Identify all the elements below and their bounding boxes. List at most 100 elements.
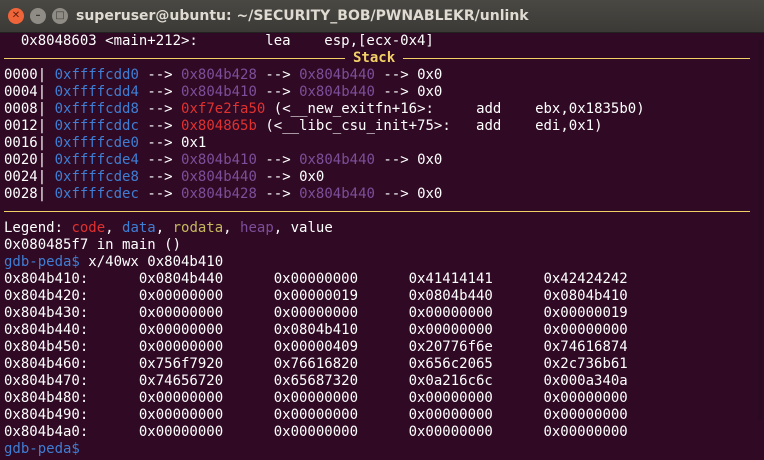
stack-offset: 0020| bbox=[4, 152, 47, 168]
stack-heap-pointer: 0x804b428 bbox=[181, 67, 257, 83]
arrow: --> bbox=[256, 186, 300, 202]
title-bar: ✕ – □ superuser@ubuntu: ~/SECURITY_BOB/P… bbox=[0, 0, 764, 33]
memory-row: 0x804b450: 0x00000000 0x00000409 0x20776… bbox=[4, 339, 628, 355]
stack-separator: Stack bbox=[0, 50, 764, 67]
arrow: --> bbox=[138, 118, 182, 134]
window-title: superuser@ubuntu: ~/SECURITY_BOB/PWNABLE… bbox=[76, 8, 529, 24]
memory-row: 0x804b470: 0x74656720 0x65687320 0x0a216… bbox=[4, 373, 628, 389]
stack-row: 0004| 0xffffcdd4 --> 0x804b410 --> 0x804… bbox=[0, 84, 764, 101]
stack-offset: 0028| bbox=[4, 186, 47, 202]
gdb-prompt: gdb-peda$ bbox=[4, 441, 80, 457]
stack-offset: 0000| bbox=[4, 67, 47, 83]
gdb-prompt: gdb-peda$ bbox=[4, 254, 80, 270]
stack-address: 0xffffcde8 bbox=[54, 169, 139, 185]
memory-row: 0x804b430: 0x00000000 0x00000000 0x00000… bbox=[4, 305, 628, 321]
legend-line: Legend: code, data, rodata, heap, value bbox=[0, 220, 764, 237]
stack-offset: 0008| bbox=[4, 101, 47, 117]
terminal-window: ✕ – □ superuser@ubuntu: ~/SECURITY_BOB/P… bbox=[0, 0, 764, 460]
stack-address: 0xffffcdd4 bbox=[54, 84, 139, 100]
location-line: 0x080485f7 in main () bbox=[4, 237, 182, 253]
legend-heap: heap bbox=[240, 220, 274, 236]
stack-row: 0008| 0xffffcdd8 --> 0xf7e2fa50 (<__new_… bbox=[0, 101, 764, 118]
stack-row: 0000| 0xffffcdd0 --> 0x804b428 --> 0x804… bbox=[0, 67, 764, 84]
stack-address: 0xffffcdd8 bbox=[54, 101, 139, 117]
legend-prefix: Legend: bbox=[4, 220, 72, 236]
window-controls: ✕ – □ bbox=[0, 8, 68, 24]
stack-address: 0xffffcddc bbox=[54, 118, 139, 134]
stack-heap-pointer: 0x804b410 bbox=[181, 152, 257, 168]
stack-heap-pointer: 0x804b440 bbox=[299, 84, 375, 100]
legend-rodata: rodata bbox=[172, 220, 224, 236]
stack-offset: 0024| bbox=[4, 169, 47, 185]
stack-label: Stack bbox=[345, 50, 404, 67]
minimize-icon[interactable]: – bbox=[30, 8, 46, 24]
stack-value: 0x0 bbox=[417, 152, 443, 168]
stack-row: 0012| 0xffffcddc --> 0x804865b (<__libc_… bbox=[0, 118, 764, 135]
stack-address: 0xffffcde4 bbox=[54, 152, 139, 168]
stack-value: 0x0 bbox=[299, 169, 325, 185]
close-icon[interactable]: ✕ bbox=[8, 8, 24, 24]
legend-comma: , bbox=[155, 220, 173, 236]
arrow: --> bbox=[138, 135, 182, 151]
terminal-output[interactable]: 0x8048603 <main+212>: lea esp,[ecx-0x4] … bbox=[0, 33, 764, 460]
command-line: gdb-peda$ x/40wx 0x804b410 bbox=[0, 254, 764, 271]
stack-value: 0x1 bbox=[181, 135, 207, 151]
memory-row: 0x804b4a0: 0x00000000 0x00000000 0x00000… bbox=[4, 424, 628, 440]
arrow: --> bbox=[374, 152, 418, 168]
arrow: --> bbox=[138, 152, 182, 168]
arrow: --> bbox=[374, 84, 418, 100]
arrow: --> bbox=[138, 101, 182, 117]
stack-heap-pointer: 0x804b440 bbox=[181, 169, 257, 185]
stack-heap-pointer: 0x804b440 bbox=[299, 67, 375, 83]
memory-dump: 0x804b410: 0x0804b440 0x00000000 0x41414… bbox=[0, 271, 764, 441]
arrow: --> bbox=[374, 67, 418, 83]
stack-value: 0x0 bbox=[417, 84, 443, 100]
arrow: --> bbox=[256, 152, 300, 168]
arrow: --> bbox=[138, 169, 182, 185]
final-prompt-line[interactable]: gdb-peda$ bbox=[0, 441, 764, 458]
command-text: x/40wx 0x804b410 bbox=[79, 254, 224, 270]
legend-comma: , bbox=[223, 220, 241, 236]
legend-comma: , bbox=[273, 220, 291, 236]
arrow: --> bbox=[138, 186, 182, 202]
arrow: --> bbox=[256, 169, 300, 185]
code-line: 0x8048603 <main+212>: lea esp,[ecx-0x4] bbox=[4, 33, 434, 49]
stack-code-pointer: 0x804865b bbox=[181, 118, 257, 134]
arrow: --> bbox=[374, 186, 418, 202]
stack-row: 0024| 0xffffcde8 --> 0x804b440 --> 0x0 bbox=[0, 169, 764, 186]
stack-value: 0x0 bbox=[417, 186, 443, 202]
stack-symbol: (<__libc_csu_init+75>: add edi,0x1) bbox=[265, 118, 603, 134]
stack-offset: 0004| bbox=[4, 84, 47, 100]
stack-row: 0028| 0xffffcdec --> 0x804b428 --> 0x804… bbox=[0, 186, 764, 203]
legend-comma: , bbox=[105, 220, 123, 236]
memory-row: 0x804b420: 0x00000000 0x00000019 0x0804b… bbox=[4, 288, 628, 304]
memory-row: 0x804b490: 0x00000000 0x00000000 0x00000… bbox=[4, 407, 628, 423]
legend-data: data bbox=[122, 220, 156, 236]
memory-row: 0x804b440: 0x00000000 0x0804b410 0x00000… bbox=[4, 322, 628, 338]
arrow: --> bbox=[256, 84, 300, 100]
stack-lines: 0000| 0xffffcdd0 --> 0x804b428 --> 0x804… bbox=[0, 67, 764, 203]
stack-heap-pointer: 0x804b410 bbox=[181, 84, 257, 100]
scrollbar[interactable] bbox=[758, 40, 762, 420]
stack-offset: 0012| bbox=[4, 118, 47, 134]
stack-heap-pointer: 0x804b440 bbox=[299, 152, 375, 168]
stack-symbol: (<__new_exitfn+16>: add ebx,0x1835b0) bbox=[273, 101, 645, 117]
stack-address: 0xffffcdec bbox=[54, 186, 139, 202]
legend-separator bbox=[0, 203, 764, 220]
memory-row: 0x804b480: 0x00000000 0x00000000 0x00000… bbox=[4, 390, 628, 406]
stack-code-pointer: 0xf7e2fa50 bbox=[181, 101, 266, 117]
legend-code: code bbox=[71, 220, 106, 236]
arrow: --> bbox=[138, 84, 182, 100]
stack-address: 0xffffcde0 bbox=[54, 135, 139, 151]
memory-row: 0x804b410: 0x0804b440 0x00000000 0x41414… bbox=[4, 271, 628, 287]
stack-offset: 0016| bbox=[4, 135, 47, 151]
stack-heap-pointer: 0x804b428 bbox=[181, 186, 257, 202]
stack-row: 0016| 0xffffcde0 --> 0x1 bbox=[0, 135, 764, 152]
maximize-icon[interactable]: □ bbox=[52, 8, 68, 24]
stack-address: 0xffffcdd0 bbox=[54, 67, 139, 83]
stack-value: 0x0 bbox=[417, 67, 443, 83]
memory-row: 0x804b460: 0x756f7920 0x76616820 0x656c2… bbox=[4, 356, 628, 372]
arrow: --> bbox=[138, 67, 182, 83]
legend-value: value bbox=[290, 220, 333, 236]
stack-row: 0020| 0xffffcde4 --> 0x804b410 --> 0x804… bbox=[0, 152, 764, 169]
